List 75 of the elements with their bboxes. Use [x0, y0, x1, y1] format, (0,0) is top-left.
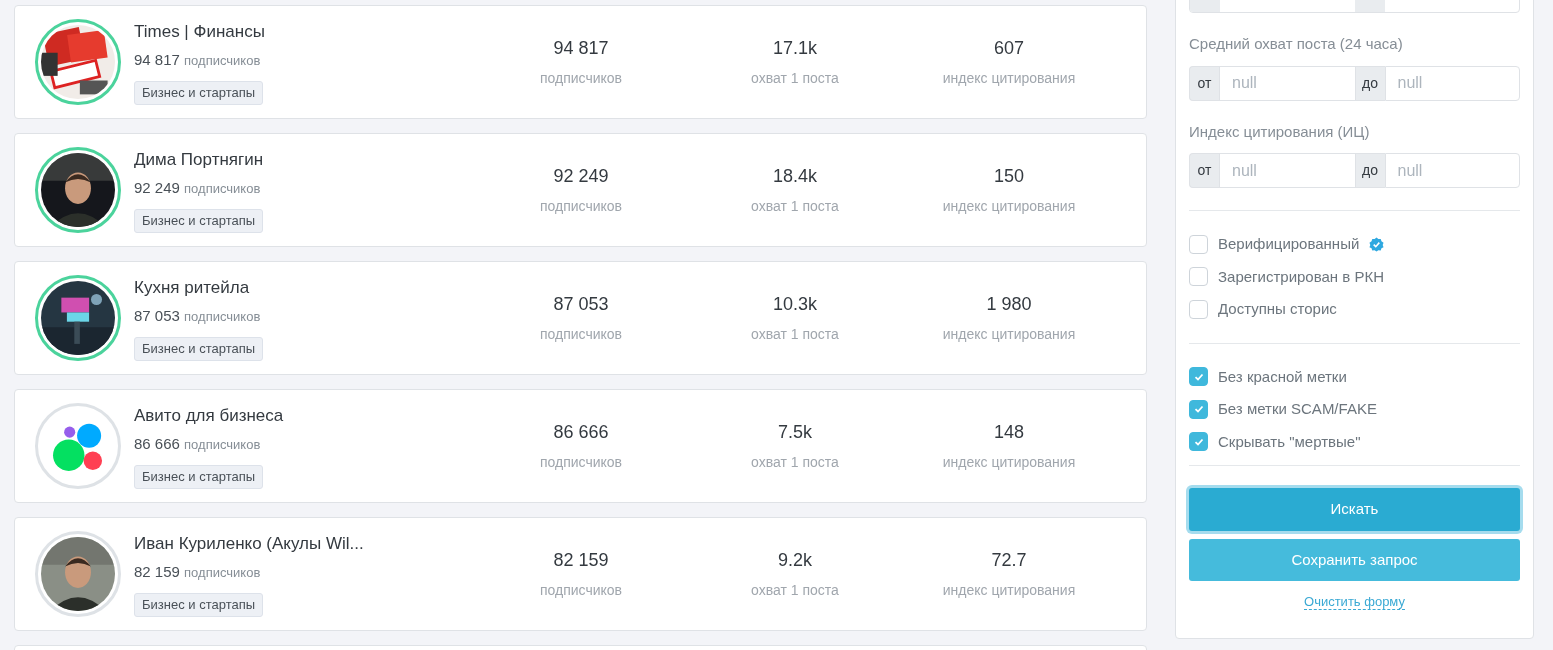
checkbox[interactable] [1189, 234, 1208, 254]
prefix-label: от [1189, 65, 1219, 101]
stat-label: индекс цитирования [941, 197, 1077, 216]
subscriber-unit: подписчиков [184, 180, 261, 196]
stat-value: 82 159 [552, 549, 610, 572]
filter-label: Индекс цитирования (ИЦ) [1189, 121, 1371, 142]
category-tag[interactable]: Бизнес и стартапы [134, 593, 264, 617]
stat-value: 72.7 [990, 549, 1028, 572]
prefix-label: до [1354, 153, 1385, 188]
stat-value: 148 [992, 421, 1025, 444]
stat-label: охват 1 поста [750, 197, 840, 216]
checkbox-label[interactable]: Зарегистрирован в РКН [1218, 265, 1385, 288]
checkbox[interactable] [1189, 299, 1208, 319]
checkbox[interactable] [1189, 267, 1208, 287]
to-field[interactable]: null [1384, 153, 1520, 188]
stat-label: подписчиков [538, 69, 624, 88]
checkbox[interactable] [1189, 432, 1208, 452]
stat-label: индекс цитирования [941, 325, 1077, 344]
channel-name[interactable]: Иван Куриленко (Акулы Wil... [134, 531, 474, 557]
stat-label: охват 1 поста [750, 69, 840, 88]
stat-label: индекс цитирования [941, 581, 1077, 600]
to-field[interactable]: null [1384, 65, 1520, 101]
subscriber-count: 86 666 [134, 434, 180, 452]
stat-value: 86 666 [552, 421, 610, 444]
subscriber-unit: подписчиков [184, 308, 261, 324]
stat-label: подписчиков [538, 325, 624, 344]
check-icon [1193, 404, 1204, 415]
subscriber-count: 92 249 [134, 178, 180, 196]
stat-value: 9.2k [777, 549, 813, 572]
checkbox[interactable] [1189, 367, 1208, 387]
stat-value: 1 980 [985, 293, 1033, 316]
subscriber-unit: подписчиков [184, 436, 261, 452]
stat-label: подписчиков [538, 581, 624, 600]
checkbox-label[interactable]: Скрывать "мертвые" [1218, 430, 1361, 453]
stat-value: 94 817 [552, 37, 610, 60]
stat-value: 92 249 [552, 165, 610, 188]
stat-label: подписчиков [538, 197, 624, 216]
stat-value: 607 [992, 37, 1025, 60]
subscriber-count: 82 159 [134, 562, 180, 580]
stat-label: охват 1 поста [750, 453, 840, 472]
subscriber-unit: подписчиков [184, 564, 261, 580]
check-icon [1193, 436, 1204, 447]
checkbox-label[interactable]: Доступны сторис [1218, 298, 1337, 321]
from-field[interactable]: null [1219, 65, 1355, 101]
subscriber-count: 87 053 [134, 306, 180, 324]
stat-value: 18.4k [771, 165, 818, 188]
checkbox[interactable] [1189, 399, 1208, 419]
stat-label: охват 1 поста [750, 325, 840, 344]
category-tag[interactable]: Бизнес и стартапы [134, 209, 264, 233]
from-field[interactable]: null [1219, 153, 1355, 188]
stat-value: 17.1k [771, 37, 818, 60]
category-tag[interactable]: Бизнес и стартапы [134, 465, 264, 489]
stat-label: индекс цитирования [941, 453, 1077, 472]
checkbox-label[interactable]: Без метки SCAM/FAKE [1218, 398, 1377, 421]
stat-label: подписчиков [538, 453, 624, 472]
channel-name[interactable]: Кухня ритейла [134, 275, 474, 301]
channel-name[interactable]: Дима Портнягин [134, 147, 474, 173]
stat-value: 7.5k [777, 421, 813, 444]
subscriber-count: 94 817 [134, 50, 180, 68]
checkbox-label[interactable]: Верифицированный [1218, 233, 1360, 256]
category-tag[interactable]: Бизнес и стартапы [134, 81, 264, 105]
prefix-label: от [1189, 153, 1219, 188]
subscriber-unit: подписчиков [184, 52, 261, 68]
stat-label: охват 1 поста [750, 581, 840, 600]
check-icon [1193, 371, 1204, 382]
channel-name[interactable]: Times | Финансы [134, 19, 474, 45]
checkbox-label[interactable]: Без красной метки [1218, 365, 1347, 388]
stat-value: 10.3k [771, 293, 818, 316]
stat-value: 150 [992, 165, 1025, 188]
prefix-label: до [1354, 65, 1385, 101]
stat-label: индекс цитирования [941, 69, 1077, 88]
stat-value: 87 053 [552, 293, 610, 316]
channel-name[interactable]: Авито для бизнеса [134, 403, 474, 429]
category-tag[interactable]: Бизнес и стартапы [134, 337, 264, 361]
filter-label: Средний охват поста (24 часа) [1189, 34, 1404, 54]
